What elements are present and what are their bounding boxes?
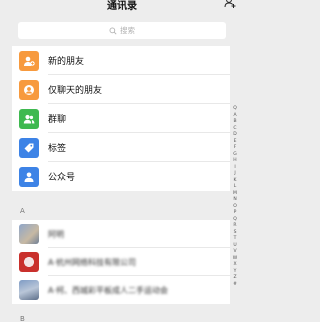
section-header-a: A [12,204,230,218]
contact-row[interactable]: A·柯、西城彩平板成人二手运动会 [12,276,230,304]
contact-name: A·柯、西城彩平板成人二手运动会 [48,285,169,295]
menu-item-label: 群聊 [48,115,67,125]
avatar [19,224,39,244]
avatar [19,280,39,300]
tag-icon [19,137,39,158]
alphabet-index-bar[interactable]: Q A B C D E F G H I J K L M N O P Q R S T U V W X Y Z # [230,106,240,288]
menu-item-group-chats[interactable]: 群聊 [12,104,230,133]
add-contact-icon[interactable] [224,0,236,8]
menu-item-label: 新的朋友 [48,57,85,67]
search-icon [109,27,117,35]
menu-item-label: 标签 [48,144,67,154]
official-account-icon [19,166,39,187]
menu-item-official-accounts[interactable]: 公众号 [12,162,230,191]
menu-item-label: 仅聊天的朋友 [48,86,103,96]
index-letter[interactable]: # [233,282,237,289]
avatar [19,252,39,272]
contact-name: A·杭州网络科技有限公司 [48,257,137,267]
group-chat-icon [19,108,39,129]
contacts-function-menu: 新的朋友 仅聊天的朋友 群聊 标签 公众号 [12,46,230,191]
section-header-b: B [12,312,230,322]
chat-only-friend-icon [19,79,39,100]
contact-name: 阿明 [48,229,64,239]
add-friend-icon [19,50,39,71]
menu-item-tags[interactable]: 标签 [12,133,230,162]
header-bar: 通讯录 [0,0,244,16]
contact-list-a: 阿明 A·杭州网络科技有限公司 A·柯、西城彩平板成人二手运动会 [12,220,230,304]
contact-row[interactable]: 阿明 [12,220,230,248]
menu-item-new-friends[interactable]: 新的朋友 [12,46,230,75]
page-title: 通讯录 [107,1,137,12]
contact-row[interactable]: A·杭州网络科技有限公司 [12,248,230,276]
menu-item-label: 公众号 [48,173,76,183]
menu-item-chat-only-friends[interactable]: 仅聊天的朋友 [12,75,230,104]
search-placeholder: 搜索 [120,26,135,35]
search-input[interactable]: 搜索 [18,22,226,39]
